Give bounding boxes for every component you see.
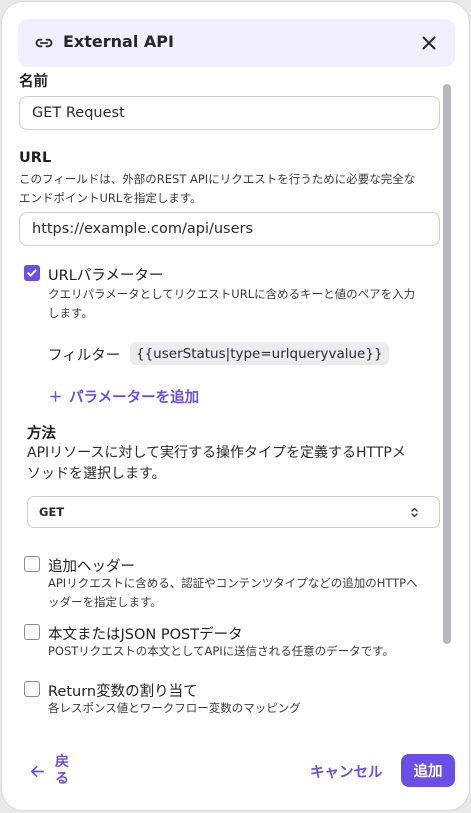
body-json-description: POSTリクエストの本文としてAPIに送信される任意のデータです。 (48, 644, 395, 658)
close-icon[interactable] (417, 31, 441, 55)
method-description-line1: APIリソースに対して実行する操作タイプを定義するHTTPメ (27, 445, 406, 461)
additional-headers-checkbox[interactable] (24, 556, 40, 572)
link-icon (35, 38, 53, 48)
method-description-line2: ソッドを選択します。 (27, 466, 166, 482)
add-parameter-button[interactable]: パラメーターを追加 (50, 386, 199, 407)
additional-headers-description-line2: ッダーを指定します。 (48, 595, 162, 609)
return-variables-label: Return変数の割り当て (48, 684, 198, 700)
dialog-title: External API (63, 32, 174, 51)
cancel-button[interactable]: キャンセル (310, 761, 383, 782)
body-json-label: 本文またはJSON POSTデータ (48, 627, 243, 643)
additional-headers-label: 追加ヘッダー (48, 559, 135, 575)
name-label: 名前 (19, 74, 48, 90)
return-variables-description: 各レスポンス値とワークフロー変数のマッピング (48, 701, 301, 715)
filter-param-value[interactable]: {{userStatus|type=urlqueryvalue}} (130, 342, 389, 365)
method-label: 方法 (27, 426, 56, 442)
check-icon (27, 269, 37, 277)
url-description-line1: このフィールドは、外部のREST APIにリクエストを行うために必要な完全な (19, 172, 416, 186)
add-button[interactable]: 追加 (401, 754, 455, 787)
url-params-description-line2: します。 (48, 306, 93, 320)
url-label: URL (19, 150, 52, 166)
url-description-line2: エンドポイントURLを指定します。 (19, 191, 202, 205)
return-variables-checkbox[interactable] (24, 681, 40, 697)
method-select[interactable]: GET (27, 496, 440, 528)
back-button[interactable]: 戻る (30, 754, 71, 788)
url-input[interactable]: https://example.com/api/users (19, 212, 440, 246)
url-params-label: URLパラメーター (48, 268, 164, 284)
url-params-checkbox[interactable] (24, 265, 40, 281)
filter-param-label: フィルター (48, 348, 121, 364)
plus-icon (50, 391, 61, 402)
arrow-left-icon (31, 765, 44, 777)
name-input[interactable]: GET Request (19, 96, 440, 130)
additional-headers-description-line1: APIリクエストに含める、認証やコンテンツタイプなどの追加のHTTPヘ (48, 576, 418, 590)
chevron-updown-icon (411, 507, 418, 518)
method-select-value: GET (39, 505, 65, 519)
add-parameter-label: パラメーターを追加 (69, 390, 200, 406)
body-json-checkbox[interactable] (24, 624, 40, 640)
scrollbar[interactable] (443, 84, 451, 644)
back-label: 戻る (55, 754, 69, 787)
url-params-description-line1: クエリパラメータとしてリクエストURLに含めるキーと値のペアを入力 (48, 287, 416, 301)
method-description: APIリソースに対して実行する操作タイプを定義するHTTPメ ソッドを選択します… (27, 443, 437, 485)
external-api-dialog: External API 名前 GET Request URL このフィールドは… (1, 1, 470, 811)
dialog-header: External API (18, 19, 455, 67)
